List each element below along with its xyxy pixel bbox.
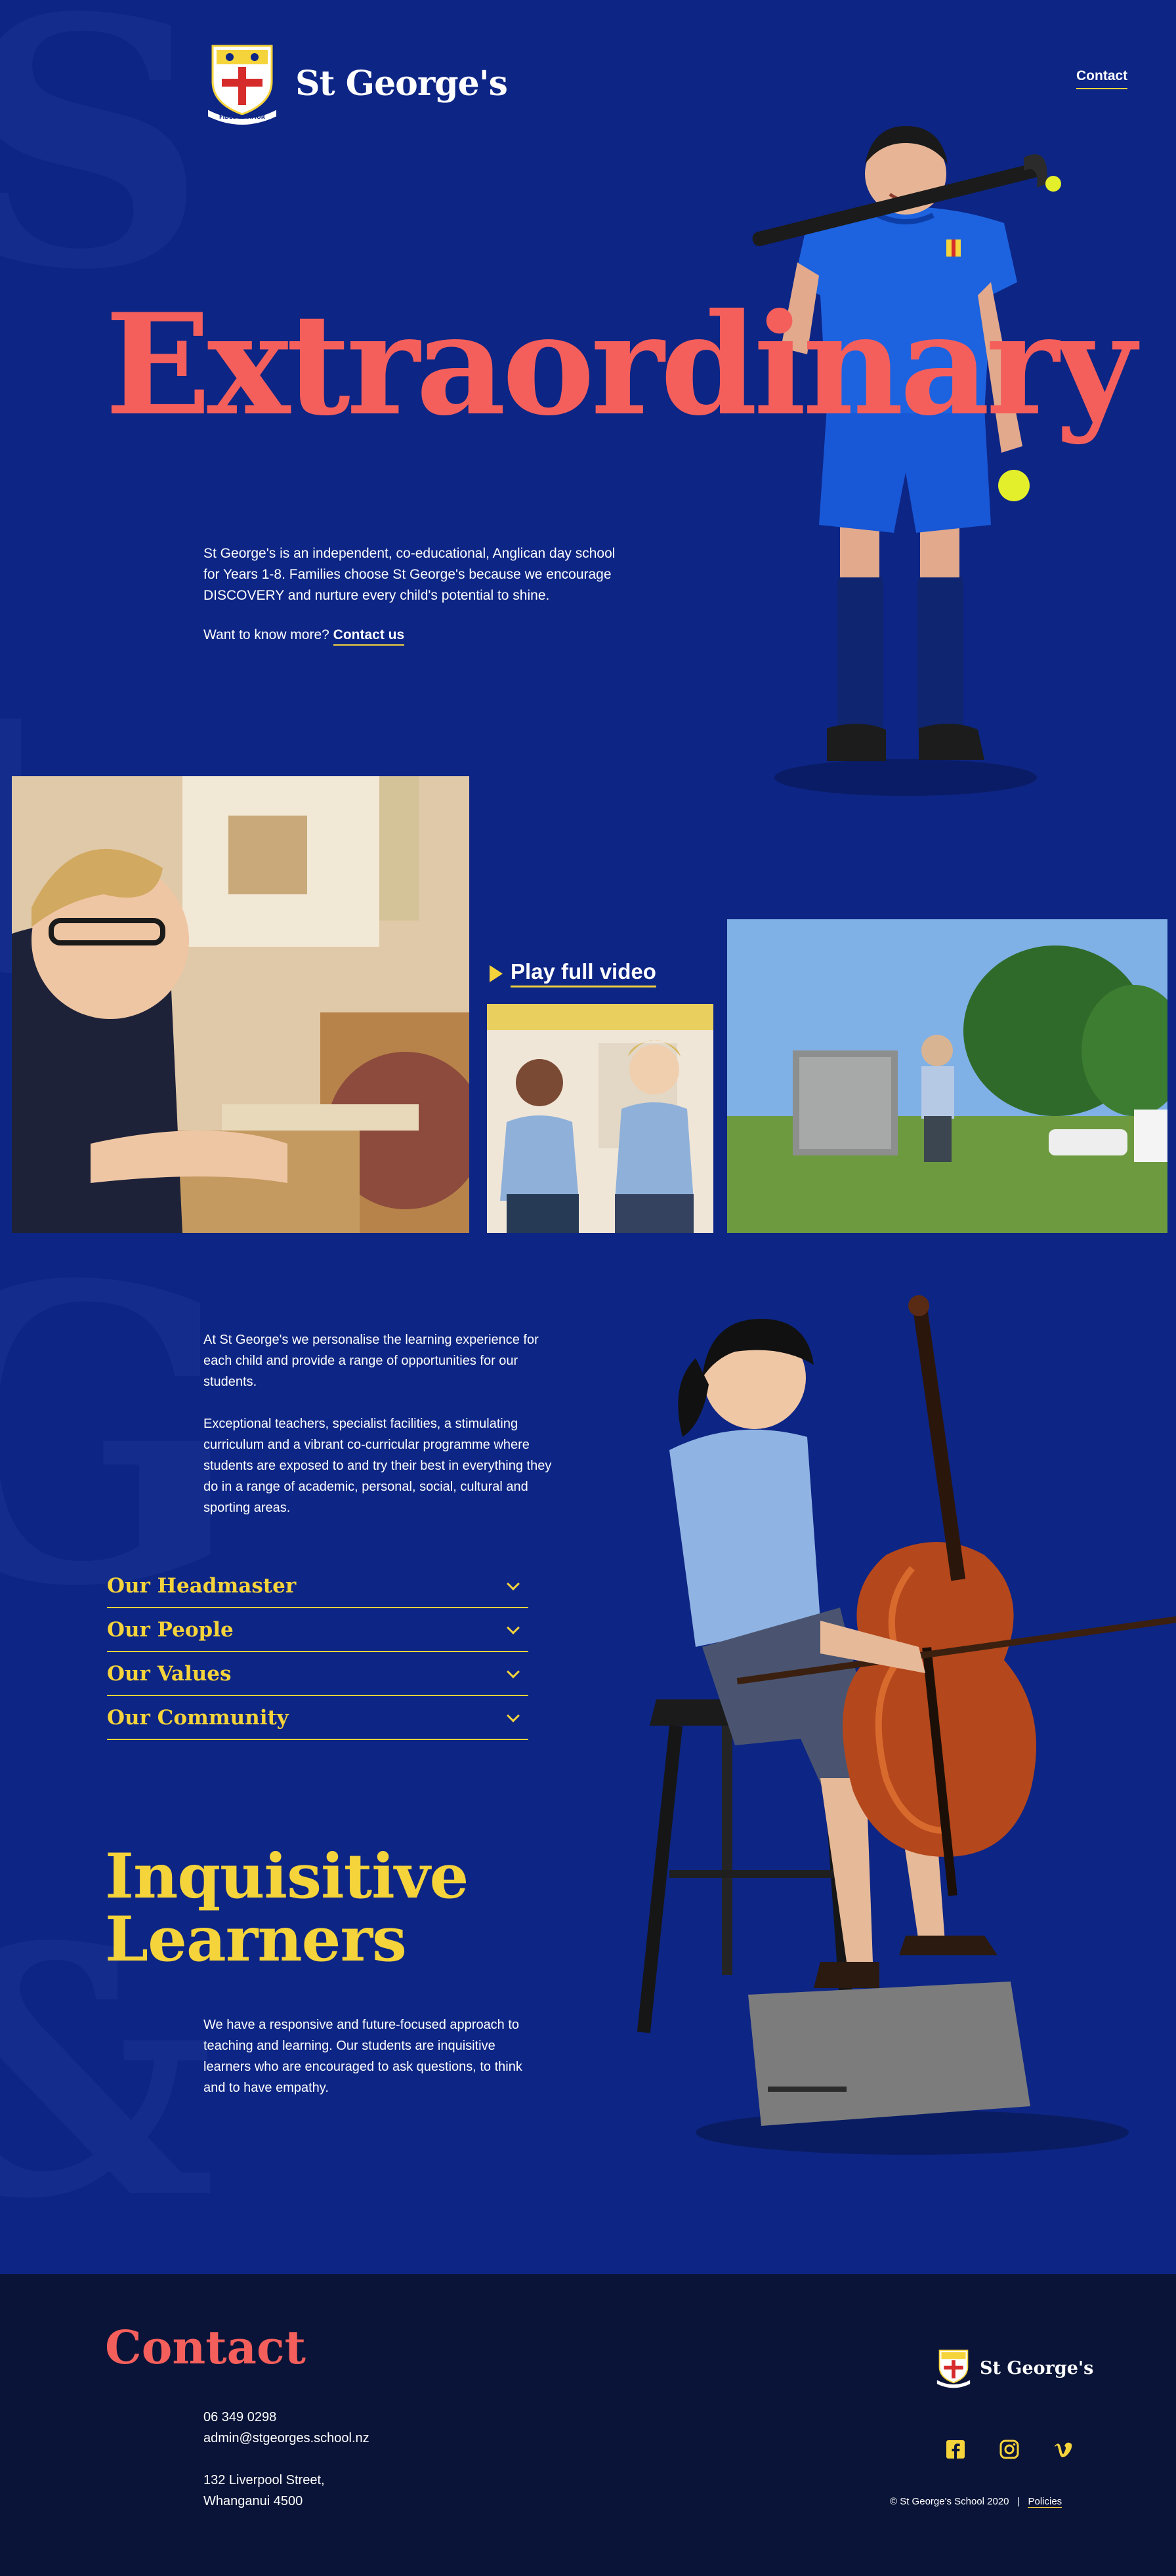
crest-icon: FIDES ET AMOR bbox=[207, 45, 278, 126]
play-icon bbox=[490, 965, 503, 982]
policies-link[interactable]: Policies bbox=[1028, 2496, 1062, 2508]
vimeo-icon[interactable] bbox=[1053, 2439, 1074, 2460]
footer-address-line-2: Whanganui 4500 bbox=[203, 2494, 303, 2508]
footer bbox=[0, 2274, 1176, 2576]
footer-email[interactable]: admin@stgeorges.school.nz bbox=[203, 2431, 369, 2446]
classroom-video-thumbnail[interactable] bbox=[487, 1004, 713, 1233]
site-logo[interactable]: FIDES ET AMOR St George's bbox=[203, 41, 508, 126]
hero-intro: St George's is an independent, co-educat… bbox=[203, 546, 616, 603]
play-video-button[interactable]: Play full video bbox=[490, 959, 656, 987]
chevron-down-icon bbox=[507, 1665, 520, 1678]
playground-photo bbox=[727, 919, 1167, 1233]
accordion-label: Our Community bbox=[107, 1705, 289, 1730]
chevron-down-icon bbox=[507, 1577, 520, 1590]
about-accordion: Our Headmaster Our People Our Values Our… bbox=[107, 1564, 528, 1740]
contact-us-link[interactable]: Contact us bbox=[333, 627, 405, 646]
watermark-s-glyph: S bbox=[0, 0, 207, 344]
woodwork-photo bbox=[12, 776, 469, 1233]
crest-icon bbox=[936, 2350, 971, 2388]
hero-more-text: Want to know more? bbox=[203, 627, 329, 642]
chevron-down-icon bbox=[507, 1709, 520, 1722]
crest-motto: FIDES ET AMOR bbox=[219, 114, 265, 120]
footer-title: Contact bbox=[105, 2320, 306, 2375]
footer-logo[interactable]: St George's bbox=[935, 2348, 1093, 2388]
inquisitive-title-line-1: Inquisitive bbox=[105, 1840, 469, 1913]
footer-copyright: © St George's School 2020 | Policies bbox=[890, 2496, 1062, 2508]
nav-contact-link[interactable]: Contact bbox=[1076, 68, 1128, 89]
instagram-icon[interactable] bbox=[999, 2439, 1020, 2460]
copyright-text: © St George's School 2020 bbox=[890, 2496, 1009, 2507]
social-links bbox=[945, 2439, 1074, 2460]
accordion-label: Our Headmaster bbox=[107, 1573, 297, 1598]
footer-phone[interactable]: 06 349 0298 bbox=[203, 2410, 276, 2425]
cello-student-photo bbox=[637, 1295, 1176, 2155]
accordion-label: Our Values bbox=[107, 1661, 232, 1686]
inquisitive-title-line-2: Learners bbox=[105, 1903, 407, 1976]
copyright-separator: | bbox=[1017, 2496, 1020, 2507]
hero-more: Want to know more? Contact us bbox=[203, 627, 405, 646]
accordion-item-headmaster[interactable]: Our Headmaster bbox=[107, 1564, 528, 1608]
footer-brand-name: St George's bbox=[980, 2358, 1094, 2379]
accordion-item-people[interactable]: Our People bbox=[107, 1608, 528, 1652]
accordion-label: Our People bbox=[107, 1617, 234, 1642]
inquisitive-title: Inquisitive Learners bbox=[105, 1840, 469, 1976]
chevron-down-icon bbox=[507, 1621, 520, 1634]
accordion-item-community[interactable]: Our Community bbox=[107, 1696, 528, 1740]
play-video-label: Play full video bbox=[511, 959, 656, 987]
accordion-item-values[interactable]: Our Values bbox=[107, 1652, 528, 1696]
footer-address-line-1: 132 Liverpool Street, bbox=[203, 2473, 325, 2487]
hero-title: Extraordinary bbox=[105, 283, 1136, 446]
brand-name: St George's bbox=[295, 63, 508, 104]
page: S t G & FIDES ET AMOR St George's Contac… bbox=[0, 0, 1176, 2576]
learning-para-2: Exceptional teachers, specialist facilit… bbox=[203, 1417, 552, 1515]
facebook-icon[interactable] bbox=[945, 2439, 966, 2460]
learning-para-1: At St George's we personalise the learni… bbox=[203, 1333, 539, 1389]
inquisitive-text: We have a responsive and future-focused … bbox=[203, 2018, 522, 2095]
